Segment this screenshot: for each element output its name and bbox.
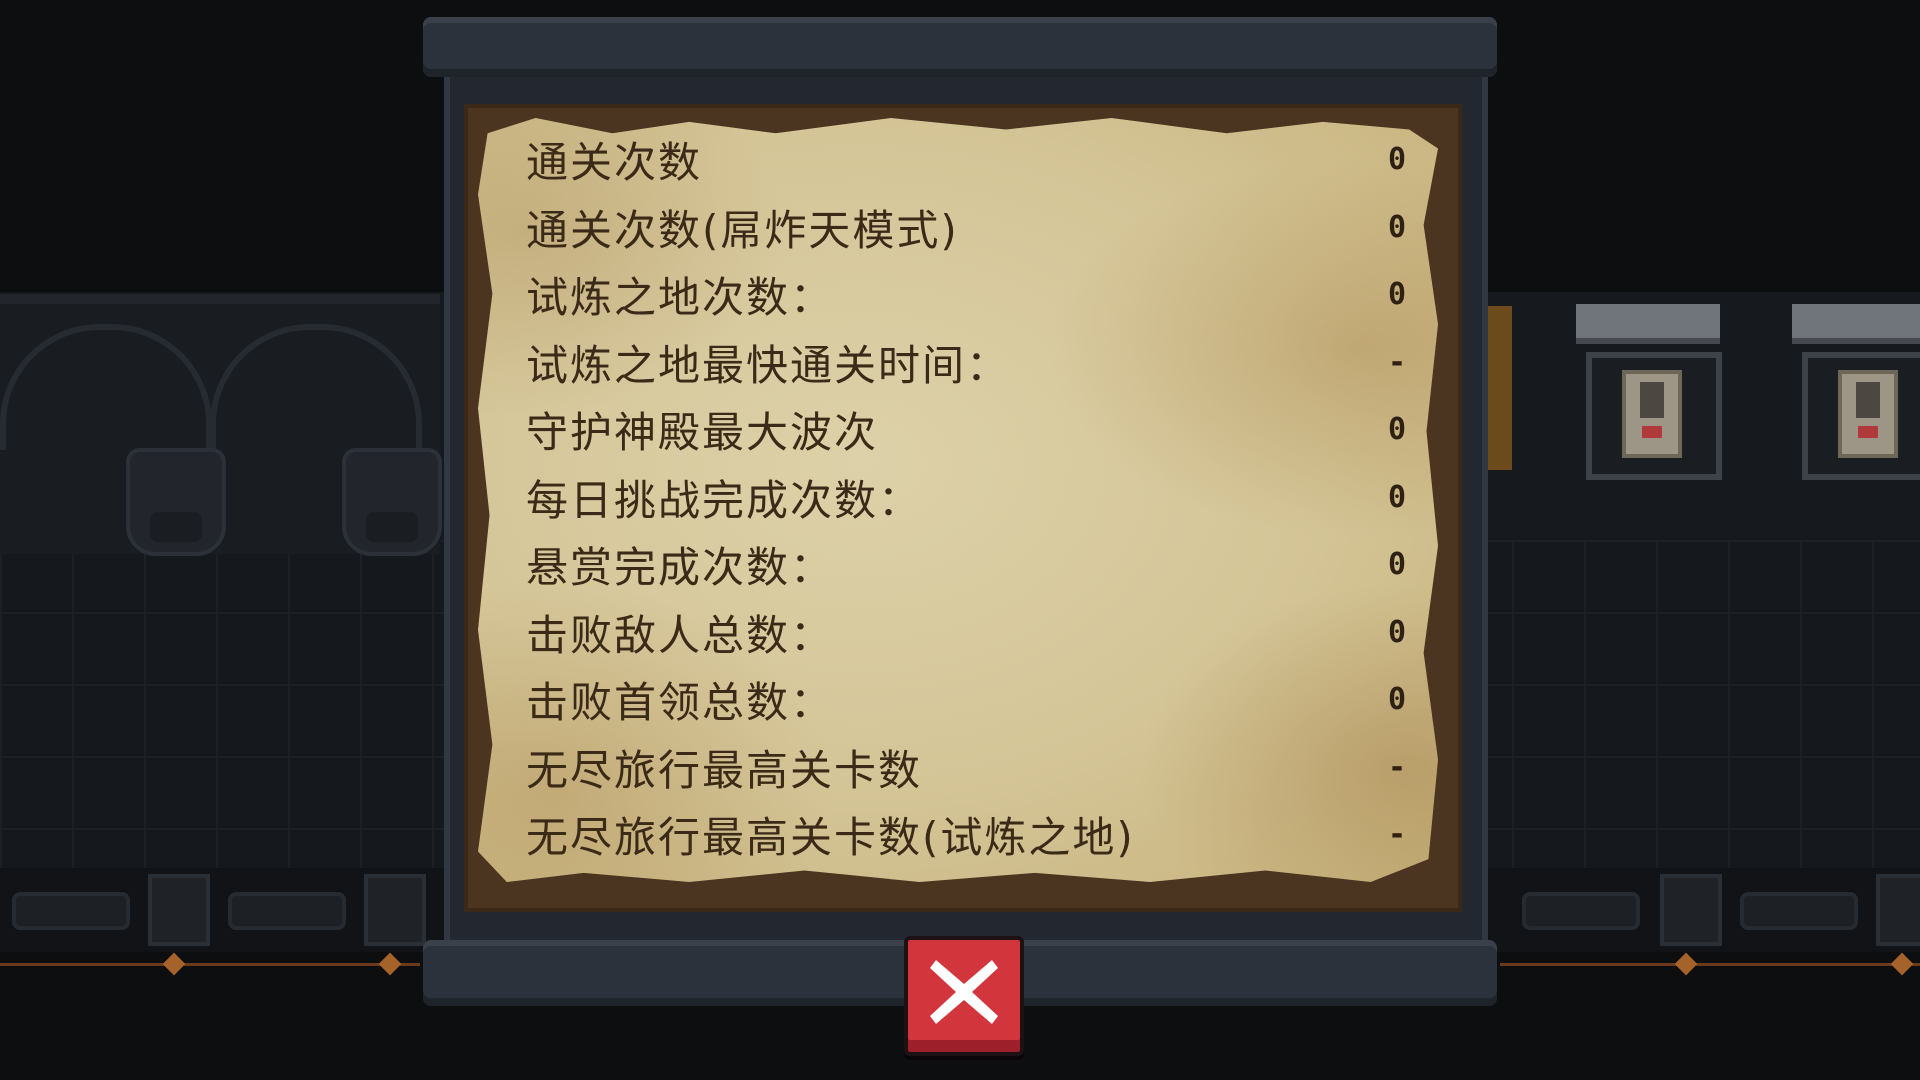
rail-stud xyxy=(1890,952,1914,976)
skin-card-icon xyxy=(1838,370,1898,458)
bench xyxy=(1522,892,1640,930)
stat-label: 每日挑战完成次数： xyxy=(526,475,923,525)
close-x-icon xyxy=(930,960,998,1024)
stat-value: 0 xyxy=(1387,209,1406,245)
bench-post xyxy=(1660,874,1722,946)
frame-cap xyxy=(1576,304,1720,344)
bench-post xyxy=(148,874,210,946)
rail-stud xyxy=(378,952,402,976)
bench xyxy=(12,892,130,930)
stat-row-clears-badass: 通关次数(屌炸天模式) 0 xyxy=(526,194,1426,262)
stat-value: 0 xyxy=(1387,412,1406,448)
stat-value: - xyxy=(1387,749,1406,785)
stat-label: 击败首领总数： xyxy=(526,678,835,728)
stat-value: 0 xyxy=(1387,547,1406,583)
stat-row-endless-trial-max: 无尽旅行最高关卡数(试炼之地) - xyxy=(526,801,1426,869)
stat-value: 0 xyxy=(1387,277,1406,313)
stat-label: 悬赏完成次数： xyxy=(526,543,835,593)
stat-label: 通关次数(屌炸天模式) xyxy=(526,205,959,255)
wall-frame[interactable] xyxy=(1576,304,1722,480)
stat-row-bounty: 悬赏完成次数： 0 xyxy=(526,531,1426,599)
stat-row-clears: 通关次数 0 xyxy=(526,126,1426,194)
rail-stud xyxy=(1674,952,1698,976)
stat-label: 通关次数 xyxy=(526,138,703,188)
stat-value: 0 xyxy=(1387,682,1406,718)
arch-curve xyxy=(210,324,422,450)
stat-row-trial-fastest: 试炼之地最快通关时间： - xyxy=(526,329,1426,397)
bench xyxy=(1740,892,1858,930)
stat-row-daily-challenge: 每日挑战完成次数： 0 xyxy=(526,464,1426,532)
stat-value: 0 xyxy=(1387,142,1406,178)
stat-label: 击败敌人总数： xyxy=(526,610,835,660)
stat-label: 无尽旅行最高关卡数(试炼之地) xyxy=(526,813,1135,863)
stat-value: 0 xyxy=(1387,479,1406,515)
stat-value: - xyxy=(1387,344,1406,380)
floor-rail xyxy=(1500,963,1920,966)
stat-row-endless-max: 无尽旅行最高关卡数 - xyxy=(526,734,1426,802)
bench-post xyxy=(1876,874,1920,946)
stat-row-enemies: 击败敌人总数： 0 xyxy=(526,599,1426,667)
stat-label: 试炼之地最快通关时间： xyxy=(526,340,1011,390)
rail-stud xyxy=(162,952,186,976)
arch-curve xyxy=(0,324,212,450)
frame-cap xyxy=(1792,304,1920,344)
stat-label: 无尽旅行最高关卡数 xyxy=(526,745,923,795)
frame-box xyxy=(1586,352,1722,480)
bench xyxy=(228,892,346,930)
close-button[interactable] xyxy=(904,936,1024,1056)
stat-row-temple-waves: 守护神殿最大波次 0 xyxy=(526,396,1426,464)
wall-frame[interactable] xyxy=(1792,304,1920,480)
skin-card-icon xyxy=(1622,370,1682,458)
stat-label: 守护神殿最大波次 xyxy=(526,408,879,458)
stat-row-bosses: 击败首领总数： 0 xyxy=(526,666,1426,734)
stone-pillar xyxy=(342,448,442,556)
stat-value: 0 xyxy=(1387,614,1406,650)
bench-post xyxy=(364,874,426,946)
stat-value: - xyxy=(1387,817,1406,853)
scroll-top-roller xyxy=(423,17,1497,77)
stat-row-trial-count: 试炼之地次数： 0 xyxy=(526,261,1426,329)
stats-list: 通关次数 0 通关次数(屌炸天模式) 0 试炼之地次数： 0 试炼之地最快通关时… xyxy=(526,126,1426,869)
stone-pillar xyxy=(126,448,226,556)
floor-rail xyxy=(0,963,420,966)
stat-label: 试炼之地次数： xyxy=(526,273,835,323)
frame-box xyxy=(1802,352,1920,480)
